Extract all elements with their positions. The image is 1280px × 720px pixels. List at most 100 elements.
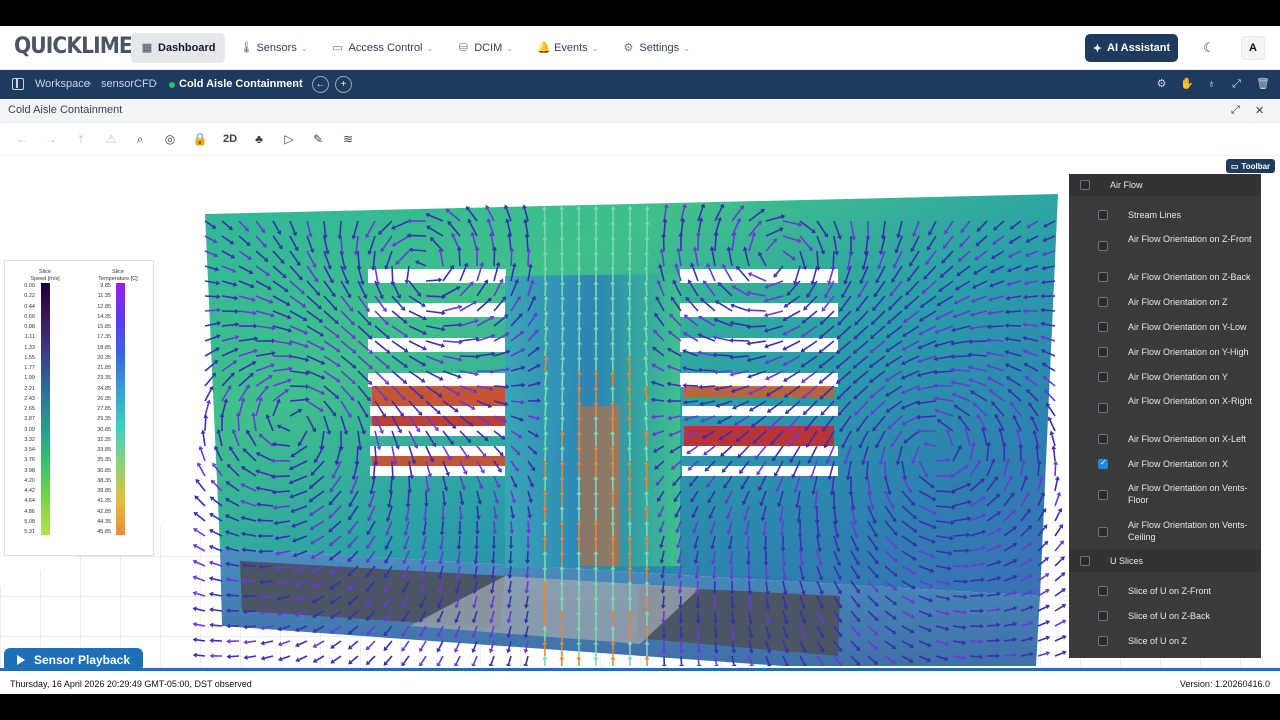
airflow-arrow: [408, 475, 411, 490]
airflow-arrow: [628, 299, 631, 312]
layer-item[interactable]: Slice of U on Y-Low: [1069, 653, 1261, 658]
airflow-arrow: [662, 595, 665, 606]
view-2d-button[interactable]: 2D: [220, 131, 240, 147]
airflow-arrow: [289, 385, 307, 388]
airflow-arrow: [356, 445, 359, 463]
layer-checkbox[interactable]: [1098, 321, 1108, 332]
layer-item[interactable]: Slice of U on Z-Front: [1069, 578, 1261, 603]
nav-item-events[interactable]: 🔔 Events ⌄: [527, 33, 608, 63]
layer-checkbox[interactable]: [1098, 585, 1108, 596]
airflow-arrow: [204, 295, 217, 298]
layer-checkbox[interactable]: [1098, 526, 1108, 537]
breadcrumb-project[interactable]: sensorCFD: [101, 78, 157, 90]
lightbulb-icon[interactable]: ♁: [1205, 78, 1218, 91]
lock-icon[interactable]: 🔒: [192, 131, 208, 147]
play-icon[interactable]: ▷: [281, 131, 297, 147]
nav-item-settings[interactable]: ⚙ Settings ⌄: [612, 33, 699, 63]
airflow-arrow: [747, 550, 750, 562]
breadcrumb-current[interactable]: Cold Aisle Containment: [179, 78, 303, 90]
layer-checkbox[interactable]: [1098, 458, 1108, 469]
layer-item[interactable]: Stream Lines: [1069, 202, 1261, 227]
gear-icon[interactable]: ⚙: [1155, 78, 1168, 91]
layer-item[interactable]: Air Flow Orientation on Z: [1069, 289, 1261, 314]
layer-item[interactable]: Air Flow Orientation on Y-High: [1069, 339, 1261, 364]
ai-assistant-button[interactable]: ✦ AI Assistant: [1085, 34, 1178, 62]
layer-group-u-slices[interactable]: U Slices: [1069, 550, 1261, 572]
layer-checkbox[interactable]: [1098, 346, 1108, 357]
upload-icon[interactable]: ⤒: [73, 131, 89, 147]
legend-tick: 15.85: [97, 324, 111, 330]
layer-checkbox[interactable]: [1098, 489, 1108, 500]
warning-icon[interactable]: ⚠: [103, 131, 119, 147]
layer-checkbox[interactable]: [1098, 610, 1108, 621]
layer-item[interactable]: Air Flow Orientation on Vents-Floor: [1069, 476, 1261, 513]
back-arrow-icon[interactable]: ←: [312, 76, 329, 93]
layer-item[interactable]: Air Flow Orientation on Z-Front: [1069, 227, 1261, 264]
airflow-arrow: [340, 235, 343, 253]
layer-item[interactable]: Air Flow Orientation on X-Right: [1069, 389, 1261, 426]
layer-checkbox[interactable]: [1098, 433, 1108, 444]
expand-icon[interactable]: ⤢: [1230, 78, 1243, 91]
nav-item-dashboard[interactable]: ▦ Dashboard: [131, 33, 226, 63]
layer-checkbox[interactable]: [1080, 556, 1090, 566]
layer-checkbox[interactable]: [1098, 371, 1108, 382]
airflow-arrow: [229, 594, 240, 597]
airflow-arrow: [391, 265, 394, 283]
airflow-arrow: [765, 565, 768, 577]
trash-icon[interactable]: 🗑: [1256, 78, 1270, 91]
nav-item-sensors[interactable]: 🌡 Sensors ⌄: [229, 33, 317, 63]
sidebar-toggle-icon[interactable]: [12, 78, 24, 90]
undo-arrow-icon[interactable]: ←: [14, 131, 30, 147]
layer-checkbox[interactable]: [1080, 180, 1090, 190]
moon-icon[interactable]: ☾: [1201, 40, 1217, 56]
layer-item[interactable]: Air Flow Orientation on Z-Back: [1069, 264, 1261, 289]
airflow-arrow: [509, 550, 512, 561]
redo-arrow-icon[interactable]: →: [43, 131, 59, 147]
add-icon[interactable]: +: [335, 76, 352, 93]
airflow-arrow: [628, 449, 631, 462]
layer-checkbox[interactable]: [1098, 240, 1108, 251]
cfd-3d-viewport[interactable]: ▭ Toolbar Air Flow Stream Lines Air Flow O…: [0, 156, 1280, 666]
footprints-icon[interactable]: ♣: [251, 131, 267, 147]
layer-checkbox[interactable]: [1098, 635, 1108, 646]
nav-item-label: Access Control: [348, 42, 423, 54]
layer-checkbox[interactable]: [1098, 209, 1108, 220]
layer-item[interactable]: Slice of U on Z: [1069, 628, 1261, 653]
hand-icon[interactable]: ✋: [1180, 78, 1194, 91]
chevron-down-icon[interactable]: ⌄: [291, 78, 299, 89]
temperature-legend-title-line1: Slice: [112, 269, 124, 275]
airflow-arrow: [561, 389, 564, 402]
legend-tick: 3.54: [24, 447, 35, 453]
layer-item[interactable]: Air Flow Orientation on Y: [1069, 364, 1261, 389]
layer-checkbox[interactable]: [1098, 296, 1108, 307]
layer-item[interactable]: Air Flow Orientation on Vents-Ceiling: [1069, 513, 1261, 550]
airflow-arrowhead: [1053, 460, 1059, 465]
breadcrumb-workspace[interactable]: Workspace: [35, 78, 90, 90]
close-icon[interactable]: ✕: [1255, 104, 1264, 117]
target-icon[interactable]: ◎: [162, 131, 178, 147]
layer-checkbox[interactable]: [1098, 271, 1108, 282]
toolbar-toggle-button[interactable]: ▭ Toolbar: [1226, 159, 1275, 173]
fullscreen-icon[interactable]: ⤢: [1231, 104, 1240, 117]
nav-item-dcim[interactable]: ⛁ DCIM ⌄: [447, 33, 523, 63]
avatar[interactable]: A: [1241, 36, 1265, 60]
layers-icon[interactable]: ≋: [340, 131, 356, 147]
app-logo[interactable]: QUICKLIME: [14, 34, 133, 59]
layer-item[interactable]: Slice of U on Z-Back: [1069, 603, 1261, 628]
layer-item[interactable]: Air Flow Orientation on X: [1069, 451, 1261, 476]
airflow-arrow: [412, 249, 427, 252]
layer-group-air-flow[interactable]: Air Flow: [1069, 174, 1261, 196]
nav-item-access-control[interactable]: ▭ Access Control ⌄: [322, 33, 444, 63]
layer-checkbox[interactable]: [1098, 402, 1108, 413]
airflow-arrowhead: [1054, 476, 1060, 481]
airflow-arrow: [628, 404, 631, 417]
layer-item[interactable]: Air Flow Orientation on Y-Low: [1069, 314, 1261, 339]
airflow-arrow: [510, 384, 522, 387]
airflow-arrow: [357, 250, 360, 268]
legend-tick: 27.85: [97, 406, 111, 412]
pencil-icon[interactable]: ✎: [310, 131, 326, 147]
legend-tick: 0.00: [24, 283, 35, 289]
layer-item[interactable]: Air Flow Orientation on X-Left: [1069, 426, 1261, 451]
legend-tick: 29.35: [97, 416, 111, 423]
search-icon[interactable]: ⌕: [132, 131, 148, 147]
